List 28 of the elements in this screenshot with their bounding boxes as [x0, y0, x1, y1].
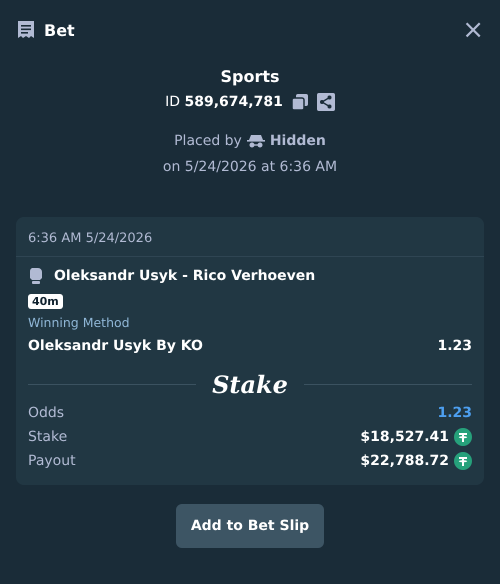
selection-name: Oleksandr Usyk By KO — [28, 338, 203, 354]
summary-label: Payout — [28, 453, 76, 469]
incognito-icon — [246, 134, 265, 148]
tether-coin-icon — [454, 428, 472, 446]
tether-coin-icon — [454, 452, 472, 470]
stake-logo: Stake — [212, 370, 288, 399]
receipt-icon — [16, 20, 36, 40]
dialog-title: Bet — [44, 20, 75, 40]
placed-date: on 5/24/2026 at 6:36 AM — [162, 159, 338, 175]
event-name[interactable]: Oleksandr Usyk - Rico Verhoeven — [54, 268, 316, 284]
close-button[interactable]: × — [462, 18, 484, 42]
time-badge: 40m — [28, 294, 63, 309]
summary-value: $18,527.41 — [360, 429, 449, 445]
summary-value: 1.23 — [437, 405, 472, 421]
market-name: Winning Method — [28, 315, 131, 330]
share-icon[interactable] — [316, 93, 335, 111]
bet-timestamp: 6:36 AM 5/24/2026 — [28, 231, 152, 246]
summary-label: Stake — [28, 429, 68, 445]
copy-icon[interactable] — [290, 93, 309, 111]
summary-label: Odds — [28, 405, 64, 421]
placed-by-label: Placed by — [174, 133, 242, 149]
selection-odds: 1.23 — [437, 338, 472, 354]
bet-id: ID 589,674,781 — [165, 94, 283, 110]
bettor-name: Hidden — [270, 133, 326, 149]
boxing-glove-icon — [28, 267, 44, 285]
add-to-bet-slip-button[interactable]: Add to Bet Slip — [176, 504, 324, 548]
bet-category: Sports — [220, 67, 280, 87]
summary-value: $22,788.72 — [360, 453, 449, 469]
